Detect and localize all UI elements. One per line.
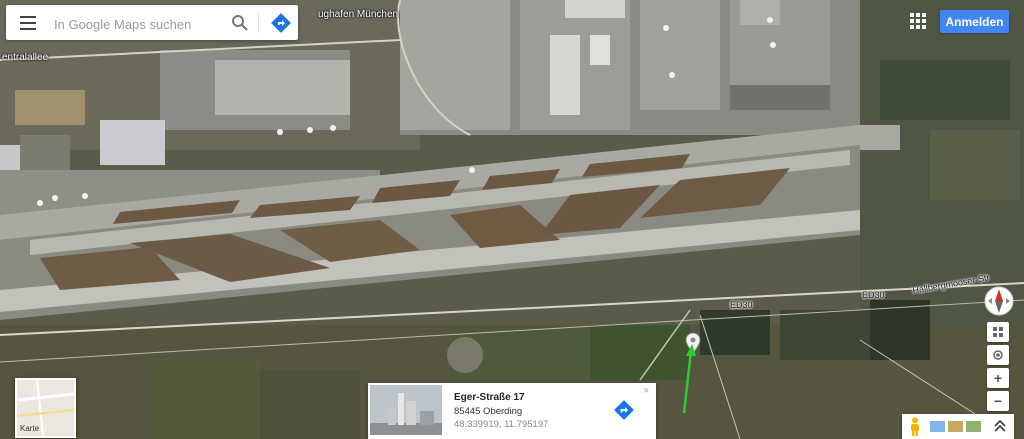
compass-icon[interactable] (983, 285, 1015, 317)
signin-button[interactable]: Anmelden (940, 10, 1009, 33)
menu-icon[interactable] (20, 16, 36, 30)
street-view-image (370, 385, 442, 435)
zoom-out-button[interactable]: − (987, 391, 1009, 411)
satellite-map[interactable]: ughafen München entralallee ED30 ED30 Ha… (0, 0, 1024, 439)
tilt-icon[interactable] (987, 322, 1009, 342)
place-locality: 85445 Oberding (454, 406, 523, 417)
map-type-toggle[interactable]: Karte (15, 378, 76, 438)
map-controls: + − (987, 322, 1009, 414)
satellite-imagery (0, 0, 1024, 439)
map-label-airport[interactable]: ughafen München (318, 9, 398, 20)
place-coordinates: 48.339919, 11.795197 (454, 419, 549, 430)
map-label-centralallee: entralallee (2, 52, 49, 63)
pegman-bar (902, 414, 1014, 439)
place-card[interactable]: Eger-Straße 17 85445 Oberding 48.339919,… (368, 383, 656, 439)
photo-thumbnail[interactable] (948, 421, 963, 432)
map-label-ed30-left: ED30 (730, 300, 753, 310)
photo-thumbnail[interactable] (930, 421, 945, 432)
search-divider (258, 13, 259, 33)
arrow-indicator-icon (682, 344, 696, 414)
zoom-in-button[interactable]: + (987, 368, 1009, 388)
expand-icon[interactable] (992, 418, 1008, 434)
map-label-ed30-right: ED30 (862, 290, 885, 300)
close-icon[interactable]: × (643, 385, 649, 397)
search-icon[interactable] (231, 14, 249, 32)
photo-thumbnail[interactable] (966, 421, 981, 432)
route-directions-icon[interactable] (613, 399, 635, 421)
my-location-icon[interactable] (987, 345, 1009, 365)
place-title: Eger-Straße 17 (454, 392, 525, 403)
search-box (6, 5, 298, 40)
pegman-icon[interactable] (908, 417, 922, 436)
street-view-thumbnail[interactable] (370, 385, 442, 435)
search-input[interactable] (52, 13, 226, 35)
map-type-label: Karte (20, 424, 40, 433)
directions-icon[interactable] (271, 13, 291, 33)
apps-grid-icon[interactable] (910, 13, 926, 29)
